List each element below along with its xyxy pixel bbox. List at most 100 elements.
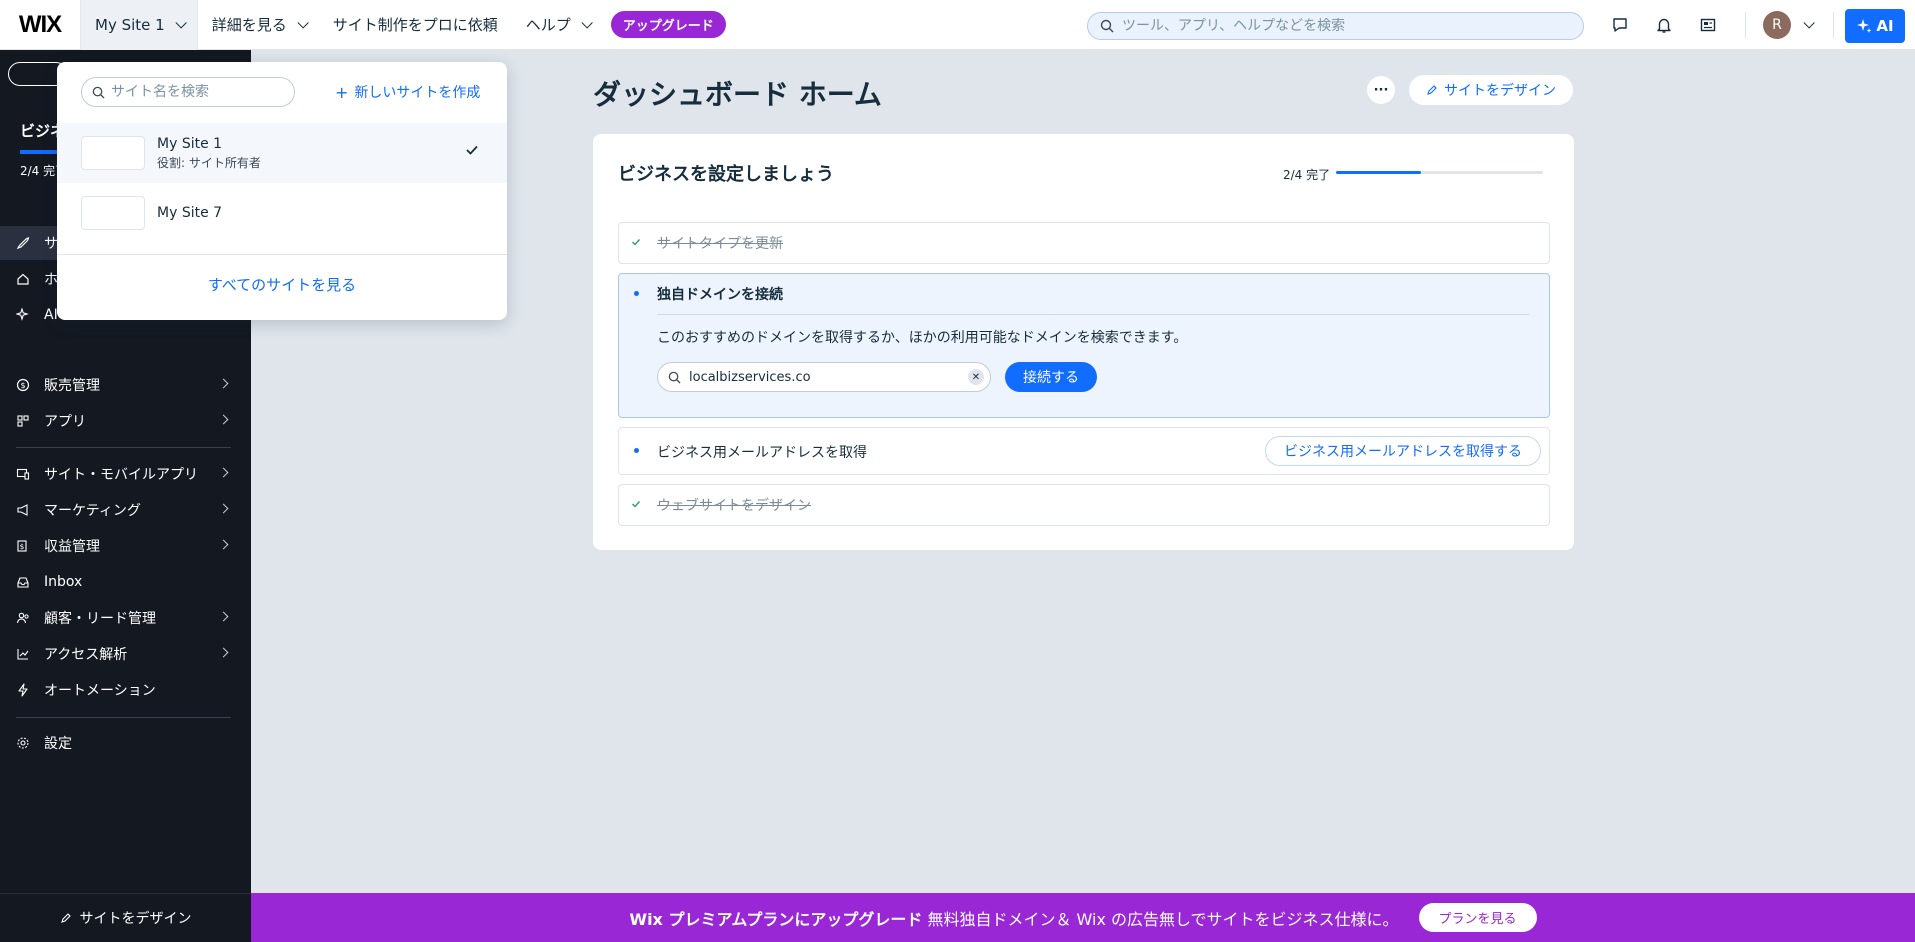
sidebar-item-settings[interactable]: 設定 — [0, 726, 251, 760]
more-actions-button[interactable]: ··· — [1367, 76, 1395, 104]
apps-icon — [16, 411, 36, 431]
chevron-down-icon — [581, 16, 593, 29]
site-name: My Site 1 — [95, 15, 165, 34]
chevron-right-icon — [218, 539, 229, 550]
connect-domain-button[interactable]: 接続する — [1005, 362, 1097, 392]
bullet-icon — [629, 286, 643, 300]
sidebar-design-site-button[interactable]: サイトをデザイン — [0, 893, 251, 942]
megaphone-icon — [16, 500, 36, 520]
chevron-down-icon — [175, 16, 187, 29]
domain-search-input[interactable] — [689, 369, 959, 385]
divider — [1833, 12, 1834, 38]
nav-hire-pro-label: サイト制作をプロに依頼 — [332, 16, 498, 34]
bell-icon[interactable] — [1654, 15, 1674, 35]
sidebar-item-inbox[interactable]: Inbox — [0, 565, 251, 599]
chevron-down-icon — [1803, 17, 1815, 29]
view-all-sites-link[interactable]: すべてのサイトを見る — [57, 274, 507, 295]
task-business-email[interactable]: ビジネス用メールアドレスを取得 ビジネス用メールアドレスを取得する — [618, 427, 1550, 475]
banner-text: 無料独自ドメイン＆ Wix の広告無しでサイトをビジネス仕様に。 — [927, 909, 1399, 929]
account-menu[interactable]: R — [1763, 11, 1815, 39]
site-row-my-site-7[interactable]: My Site 7 — [57, 183, 507, 243]
task-update-site-type[interactable]: サイトタイプを更新 — [618, 222, 1550, 264]
top-icons — [1610, 0, 1718, 50]
svg-text:$: $ — [20, 381, 25, 390]
sidebar-item-label: アクセス解析 — [44, 647, 128, 663]
setup-card-title: ビジネスを設定しましょう — [618, 164, 834, 185]
sidebar-divider — [16, 447, 231, 448]
task-connect-domain[interactable]: 独自ドメインを接続 このおすすめのドメインを取得するか、ほかの利用可能なドメイン… — [618, 273, 1550, 418]
task-label: ウェブサイトをデザイン — [657, 498, 811, 514]
chevron-right-icon — [218, 414, 229, 425]
chevron-down-icon — [297, 16, 309, 29]
top-bar: WIX My Site 1 詳細を見る サイト制作をプロに依頼 ヘルプ アップグ… — [0, 0, 1915, 50]
site-switcher-dropdown: + 新しいサイトを作成 My Site 1 役割: サイト所有者 My Site… — [57, 62, 507, 320]
sidebar-item-label: 販売管理 — [44, 378, 100, 394]
site-search-input[interactable] — [111, 84, 281, 100]
site-row-my-site-1[interactable]: My Site 1 役割: サイト所有者 — [57, 123, 507, 183]
sidebar-item-apps[interactable]: アプリ — [0, 404, 251, 438]
site-switcher[interactable]: My Site 1 — [80, 0, 198, 50]
chart-icon — [16, 644, 36, 664]
sidebar-item-label: サ — [44, 236, 58, 252]
get-business-email-button[interactable]: ビジネス用メールアドレスを取得する — [1265, 436, 1541, 466]
domain-search[interactable]: ✕ — [657, 362, 991, 392]
site-search[interactable] — [81, 77, 295, 107]
setup-progress-fill — [1336, 171, 1421, 174]
chevron-right-icon — [218, 378, 229, 389]
divider — [1745, 12, 1746, 38]
chevron-right-icon — [218, 467, 229, 478]
site-row-name: My Site 7 — [157, 205, 223, 221]
nav-help-label: ヘルプ — [525, 16, 571, 34]
sidebar-item-sales[interactable]: $ 販売管理 — [0, 368, 251, 402]
nav-hire-pro[interactable]: サイト制作をプロに依頼 — [319, 14, 512, 35]
news-icon[interactable] — [1698, 15, 1718, 35]
check-icon — [629, 235, 643, 249]
sparkle-icon — [1857, 19, 1872, 33]
nav-help[interactable]: ヘルプ — [512, 14, 603, 35]
nav-explore[interactable]: 詳細を見る — [198, 14, 319, 35]
sparkle-icon — [16, 305, 36, 325]
task-design-website[interactable]: ウェブサイトをデザイン — [618, 484, 1550, 526]
wix-logo[interactable]: WIX — [0, 0, 80, 50]
sidebar-item-label: 設定 — [44, 736, 72, 752]
sidebar-item-customers[interactable]: 顧客・リード管理 — [0, 601, 251, 635]
gear-icon — [16, 733, 36, 753]
create-new-site-label: 新しいサイトを作成 — [354, 85, 481, 101]
sidebar-item-label: 顧客・リード管理 — [44, 611, 156, 627]
clear-icon[interactable]: ✕ — [968, 369, 984, 385]
sidebar-item-label: AI — [44, 307, 58, 323]
setup-progress-track — [1336, 171, 1543, 174]
sidebar-item-revenue[interactable]: $ 収益管理 — [0, 529, 251, 563]
task-label: サイトタイプを更新 — [657, 236, 783, 252]
design-site-button[interactable]: サイトをデザイン — [1409, 75, 1573, 105]
ai-assistant-button[interactable]: AI — [1845, 9, 1905, 43]
chat-icon[interactable] — [1610, 15, 1630, 35]
global-search-input[interactable] — [1122, 18, 1562, 34]
site-thumbnail — [81, 196, 145, 230]
sidebar-item-label: オートメーション — [44, 683, 156, 699]
site-row-name: My Site 1 — [157, 135, 223, 152]
home-icon — [16, 269, 36, 289]
global-search[interactable] — [1087, 12, 1584, 40]
avatar: R — [1763, 11, 1791, 39]
setup-progress-label: 2/4 完了 — [1283, 168, 1331, 182]
sidebar-item-site-mobile[interactable]: サイト・モバイルアプリ — [0, 457, 251, 491]
upgrade-button[interactable]: アップグレード — [610, 11, 726, 38]
top-nav: 詳細を見る サイト制作をプロに依頼 ヘルプ アップグレード — [198, 11, 726, 38]
create-new-site-link[interactable]: + 新しいサイトを作成 — [335, 82, 480, 102]
sidebar-item-label: アプリ — [44, 414, 86, 430]
banner-title: Wix プレミアムプランにアップグレード — [629, 909, 923, 929]
check-icon — [629, 497, 643, 511]
sidebar-item-label: ホ — [44, 272, 58, 288]
task-description: このおすすめのドメインを取得するか、ほかの利用可能なドメインを検索できます。 — [657, 330, 1188, 346]
site-thumbnail — [81, 136, 145, 170]
sidebar-item-analytics[interactable]: アクセス解析 — [0, 637, 251, 671]
sidebar-item-label: Inbox — [44, 574, 83, 590]
sidebar-item-automation[interactable]: オートメーション — [0, 673, 251, 707]
view-plans-button[interactable]: プランを見る — [1418, 903, 1537, 932]
sidebar-design-site-label: サイトをデザイン — [79, 911, 192, 927]
dollar-icon: $ — [16, 375, 36, 395]
sidebar-item-marketing[interactable]: マーケティング — [0, 493, 251, 527]
sidebar-item-label: 収益管理 — [44, 539, 100, 555]
chevron-right-icon — [218, 503, 229, 514]
